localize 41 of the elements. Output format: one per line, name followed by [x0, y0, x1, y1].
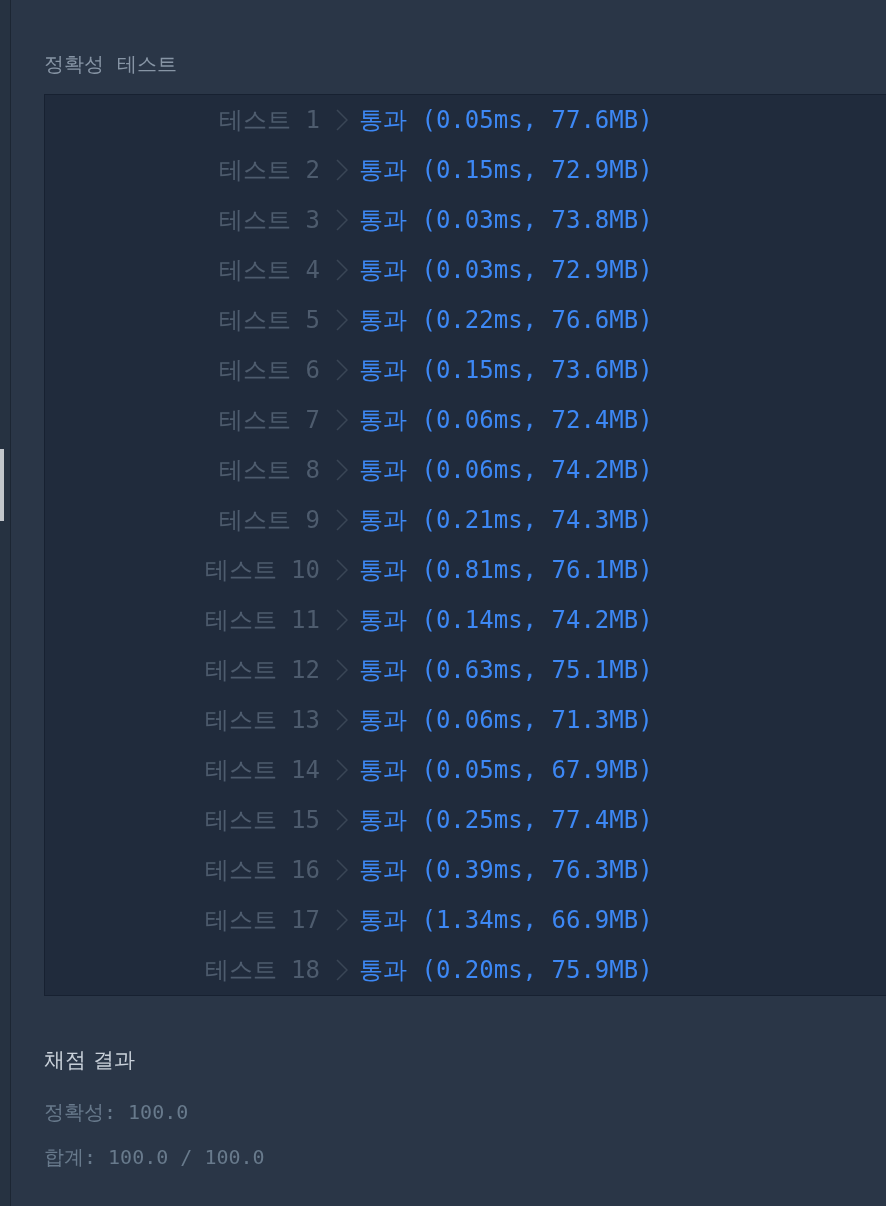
- chevron-right-icon: [336, 859, 348, 881]
- test-result: 통과 (0.06ms, 74.2MB): [359, 455, 653, 486]
- test-result: 통과 (0.06ms, 71.3MB): [359, 705, 653, 736]
- test-result: 통과 (0.20ms, 75.9MB): [359, 955, 653, 986]
- section-title: 정확성 테스트: [44, 51, 178, 78]
- chevron-right-icon: [336, 759, 348, 781]
- chevron-right-icon: [336, 109, 348, 131]
- chevron-right-icon: [336, 209, 348, 231]
- grading-title: 채점 결과: [44, 1047, 136, 1074]
- test-result: 통과 (0.15ms, 72.9MB): [359, 155, 653, 186]
- chevron-right-icon: [336, 709, 348, 731]
- test-result: 통과 (0.22ms, 76.6MB): [359, 305, 653, 336]
- chevron-right-icon: [336, 609, 348, 631]
- test-result: 통과 (0.39ms, 76.3MB): [359, 855, 653, 886]
- score-line: 합계: 100.0 / 100.0: [44, 1144, 266, 1171]
- chevron-right-icon: [336, 359, 348, 381]
- test-result: 통과 (0.03ms, 72.9MB): [359, 255, 653, 286]
- chevron-right-icon: [336, 409, 348, 431]
- chevron-right-icon: [336, 959, 348, 981]
- test-result: 통과 (0.81ms, 76.1MB): [359, 555, 653, 586]
- test-result: 통과 (0.21ms, 74.3MB): [359, 505, 653, 536]
- test-result: 통과 (0.06ms, 72.4MB): [359, 405, 653, 436]
- chevron-right-icon: [336, 159, 348, 181]
- chevron-right-icon: [336, 659, 348, 681]
- scrollbar-thumb[interactable]: [0, 449, 4, 521]
- chevron-right-icon: [336, 809, 348, 831]
- score-line: 정확성: 100.0: [44, 1099, 190, 1126]
- chevron-right-icon: [336, 909, 348, 931]
- test-result: 통과 (0.15ms, 73.6MB): [359, 355, 653, 386]
- chevron-right-icon: [336, 309, 348, 331]
- chevron-right-icon: [336, 509, 348, 531]
- test-result: 통과 (0.25ms, 77.4MB): [359, 805, 653, 836]
- chevron-right-icon: [336, 559, 348, 581]
- test-result: 통과 (0.05ms, 77.6MB): [359, 105, 653, 136]
- test-result: 통과 (0.63ms, 75.1MB): [359, 655, 653, 686]
- chevron-right-icon: [336, 459, 348, 481]
- test-result: 통과 (0.14ms, 74.2MB): [359, 605, 653, 636]
- chevron-right-icon: [336, 259, 348, 281]
- test-result: 통과 (0.05ms, 67.9MB): [359, 755, 653, 786]
- test-result: 통과 (1.34ms, 66.9MB): [359, 905, 653, 936]
- test-result: 통과 (0.03ms, 73.8MB): [359, 205, 653, 236]
